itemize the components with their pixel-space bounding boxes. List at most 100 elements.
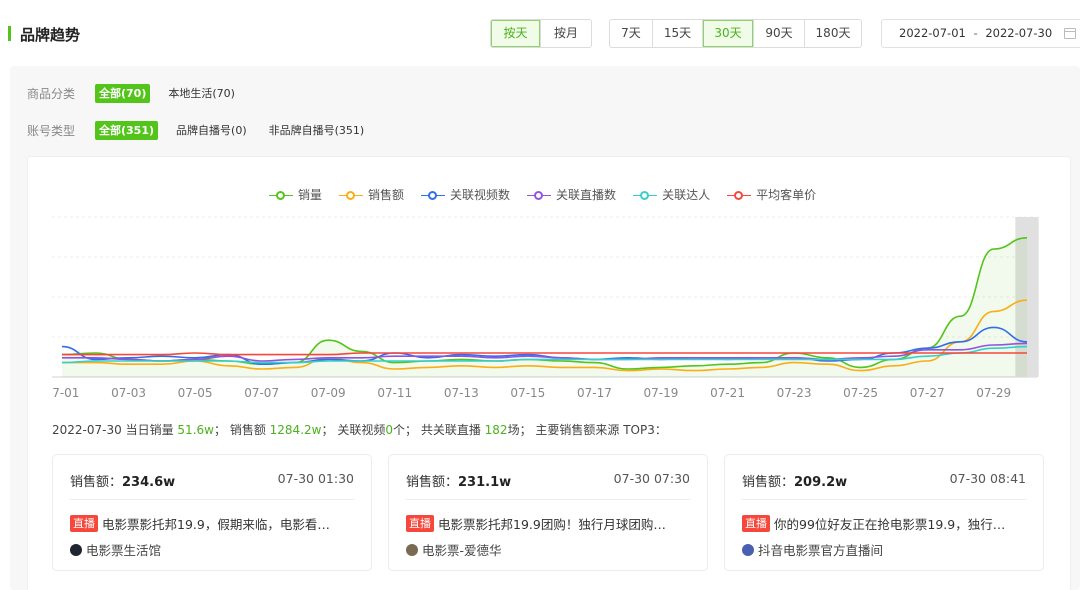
- live-tag: 直播: [406, 515, 434, 532]
- summary-sales-label: 当日销量: [125, 423, 174, 437]
- calendar-icon[interactable]: [1064, 28, 1076, 39]
- legend-marker-icon: [527, 189, 552, 201]
- legend-label: 平均客单价: [756, 188, 817, 202]
- summary-top3-label: 主要销售额来源 TOP3：: [535, 423, 667, 437]
- source-account[interactable]: 抖音电影票官方直播间: [742, 540, 883, 559]
- legend-item[interactable]: 平均客单价: [727, 186, 816, 203]
- source-account[interactable]: 电影票生活馆: [70, 540, 161, 559]
- summary-amount-label: 销售额: [229, 423, 266, 437]
- legend-label: 销量: [298, 188, 323, 202]
- summary-sep: ；: [213, 423, 226, 437]
- granularity-month-button[interactable]: 按月: [541, 20, 591, 47]
- daily-summary: 2022-07-30 当日销量 51.6w； 销售额 1284.2w； 关联视频…: [52, 421, 667, 438]
- avatar: [406, 543, 418, 556]
- x-tick-label: 07-11: [377, 386, 412, 400]
- summary-live-label: 共关联直播: [420, 423, 481, 437]
- amount-label: 销售额：: [406, 475, 459, 490]
- date-end: 2022-07-30: [985, 26, 1053, 40]
- trend-card: 销量销售额关联视频数关联直播数关联达人平均客单价 07-0107-0307-05…: [27, 156, 1071, 590]
- live-title-text: 电影票影托邦19.9团购！独行月球团购…: [438, 517, 666, 532]
- category-filter: 商品分类 全部(70) 本地生活(70): [27, 83, 253, 103]
- trend-panel: 商品分类 全部(70) 本地生活(70) 账号类型 全部(351) 品牌自播号(…: [10, 66, 1080, 590]
- legend-label: 关联视频数: [450, 188, 511, 202]
- x-tick-label: 07-07: [244, 386, 279, 400]
- granularity-toggle: 按天 按月: [490, 19, 592, 48]
- granularity-day-button[interactable]: 按天: [491, 20, 541, 47]
- legend-marker-icon: [339, 189, 364, 201]
- x-tick-label: 07-05: [178, 386, 213, 400]
- live-title[interactable]: 直播 你的99位好友正在抢电影票19.9，独行…: [742, 514, 1026, 533]
- legend-label: 关联达人: [662, 188, 711, 202]
- date-start: 2022-07-01: [899, 26, 966, 40]
- x-tick-label: 07-09: [311, 386, 346, 400]
- summary-live-unit: 场；: [507, 423, 532, 437]
- legend-marker-icon: [727, 189, 752, 201]
- summary-date: 2022-07-30: [52, 423, 122, 437]
- range-7d-button[interactable]: 7天: [610, 20, 653, 47]
- live-time: 07-30 07:30: [613, 471, 690, 486]
- summary-video-label: 关联视频: [337, 423, 386, 437]
- page-title: 品牌趋势: [20, 26, 81, 44]
- x-tick-label: 07-21: [710, 386, 745, 400]
- amount-label: 销售额：: [70, 475, 123, 490]
- x-tick-label: 07-19: [644, 386, 679, 400]
- trend-line-chart: 07-01 07-03 07-05 07-07 07-09 07-11 07-13 07-15…: [52, 216, 1039, 400]
- divider: [742, 499, 1026, 500]
- x-tick-label: 07-25: [843, 386, 878, 400]
- live-title[interactable]: 直播 电影票影托邦19.9团购！独行月球团购…: [406, 514, 690, 533]
- source-name: 电影票生活馆: [86, 543, 162, 558]
- range-15d-button[interactable]: 15天: [653, 20, 703, 47]
- account-chip-non-brand-self[interactable]: 非品牌自播号(351): [265, 121, 369, 140]
- title-accent-bar: [8, 26, 11, 41]
- top-source-card[interactable]: 销售额：231.1w 07-30 07:30 直播 电影票影托邦19.9团购！独…: [388, 454, 708, 571]
- account-chip-all[interactable]: 全部(351): [95, 120, 159, 140]
- amount-label: 销售额：: [742, 475, 795, 490]
- legend-item[interactable]: 关联达人: [633, 186, 710, 203]
- x-tick-label: 07-17: [577, 386, 612, 400]
- legend-item[interactable]: 销售额: [339, 186, 404, 203]
- live-time: 07-30 01:30: [277, 471, 354, 486]
- x-tick-label: 07-01: [52, 386, 79, 400]
- top-source-card[interactable]: 销售额：209.2w 07-30 08:41 直播 你的99位好友正在抢电影票1…: [724, 454, 1044, 571]
- x-tick-label: 07-03: [111, 386, 146, 400]
- summary-video-value: 0: [385, 423, 393, 437]
- account-chip-brand-self[interactable]: 品牌自播号(0): [172, 121, 251, 140]
- summary-amount-value: 1284.2w: [269, 423, 322, 437]
- live-time: 07-30 08:41: [949, 471, 1026, 486]
- top-source-card[interactable]: 销售额：234.6w 07-30 01:30 直播 电影票影托邦19.9，假期来…: [52, 454, 372, 571]
- legend-label: 销售额: [368, 188, 405, 202]
- legend-marker-icon: [269, 189, 293, 201]
- legend-marker-icon: [421, 189, 446, 201]
- category-chip-local-life[interactable]: 本地生活(70): [164, 84, 239, 103]
- account-filter: 账号类型 全部(351) 品牌自播号(0) 非品牌自播号(351): [27, 120, 382, 140]
- legend-item[interactable]: 关联视频数: [421, 186, 510, 203]
- live-title-text: 电影票影托邦19.9，假期来临，电影看…: [102, 517, 330, 532]
- range-180d-button[interactable]: 180天: [805, 20, 861, 47]
- chart-legend: 销量 销售额 关联视频数 关联直播数 关联达人 平均客单价: [269, 186, 833, 203]
- x-tick-label: 07-15: [510, 386, 545, 400]
- source-account[interactable]: 电影票-爱德华: [406, 540, 502, 559]
- summary-sales-value: 51.6w: [177, 423, 214, 437]
- legend-label: 关联直播数: [556, 188, 617, 202]
- live-title[interactable]: 直播 电影票影托邦19.9，假期来临，电影看…: [70, 514, 354, 533]
- range-toggle: 7天 15天 30天 90天 180天: [609, 19, 862, 48]
- legend-item[interactable]: 销量: [269, 186, 322, 203]
- category-chip-all[interactable]: 全部(70): [95, 83, 151, 103]
- date-range-picker[interactable]: 2022-07-01 - 2022-07-30: [881, 19, 1080, 48]
- amount-value: 234.6w: [122, 475, 176, 490]
- divider: [406, 499, 690, 500]
- x-tick-label: 07-27: [910, 386, 945, 400]
- date-separator: -: [973, 26, 978, 40]
- range-30d-button[interactable]: 30天: [703, 20, 754, 47]
- category-filter-label: 商品分类: [27, 86, 76, 101]
- live-tag: 直播: [70, 515, 98, 532]
- x-tick-label: 07-23: [777, 386, 812, 400]
- account-filter-label: 账号类型: [27, 123, 76, 138]
- amount-value: 231.1w: [458, 475, 512, 490]
- amount-value: 209.2w: [794, 475, 848, 490]
- divider: [70, 499, 354, 500]
- page-header: 品牌趋势 按天 按月 7天 15天 30天 90天 180天 2022-07-0…: [0, 0, 1080, 66]
- legend-item[interactable]: 关联直播数: [527, 186, 616, 203]
- range-90d-button[interactable]: 90天: [754, 20, 805, 47]
- legend-marker-icon: [633, 189, 658, 201]
